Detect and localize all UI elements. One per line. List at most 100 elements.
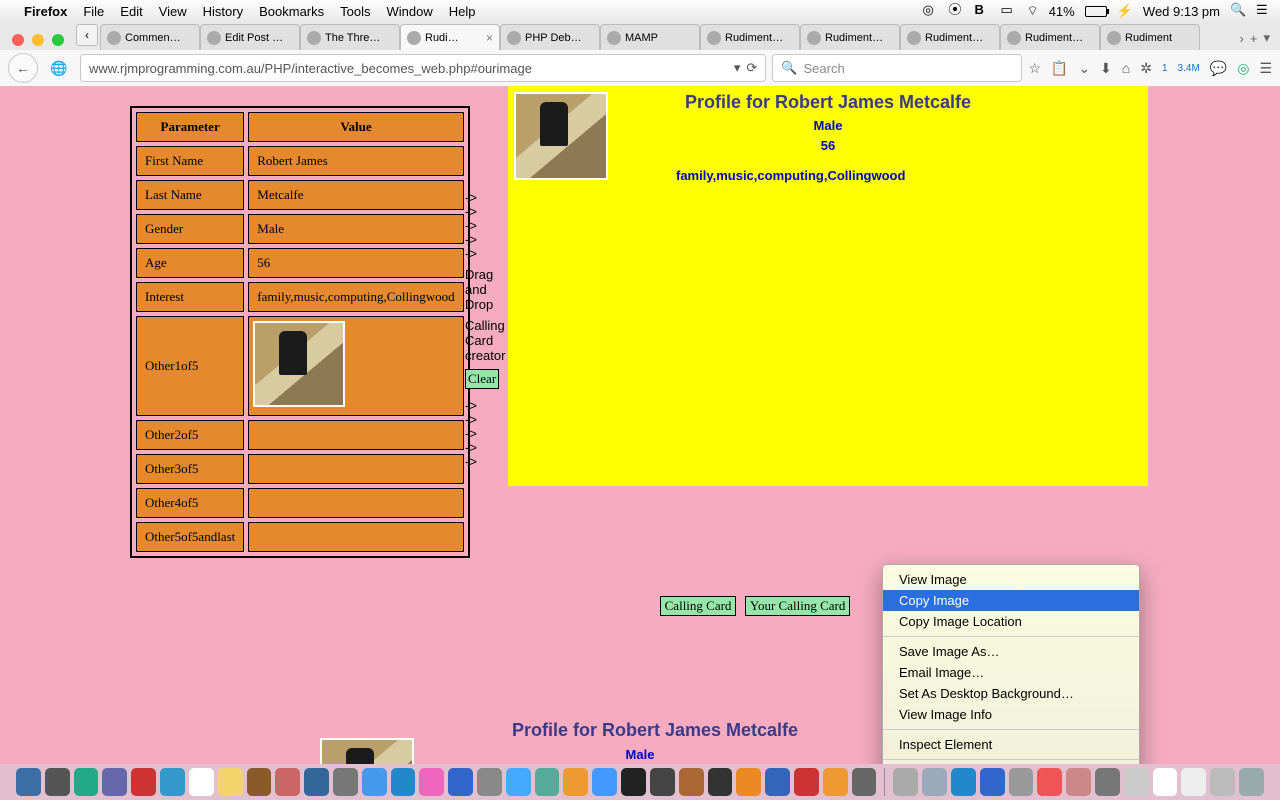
dock-app[interactable]: [736, 768, 761, 796]
target-icon[interactable]: ◎: [1237, 60, 1249, 77]
db-icon[interactable]: ⦿: [948, 3, 964, 19]
row-other1-value[interactable]: [248, 316, 463, 416]
dock-app[interactable]: [621, 768, 646, 796]
downloads-icon[interactable]: ⬇: [1100, 60, 1112, 77]
dock-app[interactable]: [1153, 768, 1178, 796]
dock-app[interactable]: [1210, 768, 1235, 796]
dock-app[interactable]: [852, 768, 877, 796]
reload-button[interactable]: ⟳: [746, 60, 757, 76]
browser-tab[interactable]: Rudiment…: [1000, 24, 1100, 50]
dock-app[interactable]: [794, 768, 819, 796]
dock-app[interactable]: [679, 768, 704, 796]
dock-app[interactable]: [131, 768, 156, 796]
browser-tab[interactable]: Rudiment: [1100, 24, 1200, 50]
dock-app[interactable]: [1181, 768, 1206, 796]
dock-app[interactable]: [1124, 768, 1149, 796]
dock-app[interactable]: [823, 768, 848, 796]
dock-app[interactable]: [922, 768, 947, 796]
clipboard-icon[interactable]: 📋: [1051, 60, 1068, 77]
addon-icon[interactable]: ✲: [1140, 60, 1152, 77]
browser-tab[interactable]: MAMP: [600, 24, 700, 50]
menu-edit[interactable]: Edit: [120, 4, 142, 19]
clock[interactable]: Wed 9:13 pm: [1143, 4, 1220, 19]
all-tabs-button[interactable]: ▾: [1263, 30, 1270, 46]
dock-trash[interactable]: [1239, 768, 1264, 796]
dock-app[interactable]: [893, 768, 918, 796]
dock-app[interactable]: [765, 768, 790, 796]
browser-tab[interactable]: Rudi…×: [400, 24, 500, 50]
app-name[interactable]: Firefox: [24, 4, 67, 19]
ctx-copy-image-location[interactable]: Copy Image Location: [883, 611, 1139, 632]
browser-tab[interactable]: Rudiment…: [900, 24, 1000, 50]
ctx-set-desktop-bg[interactable]: Set As Desktop Background…: [883, 683, 1139, 704]
row-other3-value[interactable]: [248, 454, 463, 484]
clear-button[interactable]: Clear: [465, 369, 499, 389]
your-calling-card-button[interactable]: Your Calling Card: [745, 596, 850, 616]
dock-app[interactable]: [189, 768, 214, 796]
browser-tab[interactable]: Rudiment…: [700, 24, 800, 50]
row-age-value[interactable]: 56: [248, 248, 463, 278]
ctx-view-image[interactable]: View Image: [883, 569, 1139, 590]
tab-scroll-right[interactable]: ›: [1240, 31, 1244, 46]
home-icon[interactable]: ⌂: [1122, 60, 1130, 76]
bookmark-star-icon[interactable]: ☆: [1028, 60, 1041, 77]
browser-tab[interactable]: Commen…: [100, 24, 200, 50]
dock-app[interactable]: [592, 768, 617, 796]
dock-app[interactable]: [506, 768, 531, 796]
calling-card-canvas[interactable]: Profile for Robert James Metcalfe Male 5…: [508, 86, 1148, 486]
dock-app[interactable]: [45, 768, 70, 796]
bold-b-icon[interactable]: B: [974, 3, 990, 19]
ctx-save-image-as[interactable]: Save Image As…: [883, 641, 1139, 662]
menu-tools[interactable]: Tools: [340, 4, 370, 19]
row-interest-value[interactable]: family,music,computing,Collingwood: [248, 282, 463, 312]
dock-app[interactable]: [708, 768, 733, 796]
dock-app[interactable]: [1009, 768, 1034, 796]
dock-app[interactable]: [951, 768, 976, 796]
wifi-icon[interactable]: ⌔: [1026, 3, 1038, 19]
dock-app[interactable]: [333, 768, 358, 796]
browser-tab[interactable]: Rudiment…: [800, 24, 900, 50]
dock-app[interactable]: [980, 768, 1005, 796]
menu-help[interactable]: Help: [449, 4, 476, 19]
dock-app[interactable]: [1037, 768, 1062, 796]
ctx-email-image[interactable]: Email Image…: [883, 662, 1139, 683]
dock-app[interactable]: [1095, 768, 1120, 796]
dock-app[interactable]: [275, 768, 300, 796]
menu-file[interactable]: File: [83, 4, 104, 19]
spotlight-icon[interactable]: 🔍: [1230, 3, 1246, 19]
display-icon[interactable]: ▭: [1000, 3, 1016, 19]
dock-app[interactable]: [74, 768, 99, 796]
menu-view[interactable]: View: [159, 4, 187, 19]
dock-app[interactable]: [304, 768, 329, 796]
browser-tab[interactable]: Edit Post …: [200, 24, 300, 50]
dock-app[interactable]: [102, 768, 127, 796]
row-other2-value[interactable]: [248, 420, 463, 450]
menu-window[interactable]: Window: [387, 4, 433, 19]
dock-app[interactable]: [247, 768, 272, 796]
close-window-button[interactable]: [12, 34, 24, 46]
row-other4-value[interactable]: [248, 488, 463, 518]
browser-tab[interactable]: PHP Deb…: [500, 24, 600, 50]
pocket-icon[interactable]: ⌄: [1078, 60, 1090, 77]
dock-app[interactable]: [419, 768, 444, 796]
menu-button[interactable]: ☰: [1259, 60, 1272, 77]
ctx-view-image-info[interactable]: View Image Info: [883, 704, 1139, 725]
dock-app[interactable]: [535, 768, 560, 796]
row-firstname-value[interactable]: Robert James: [248, 146, 463, 176]
back-button[interactable]: ←: [8, 53, 38, 83]
uploaded-image-thumb[interactable]: [253, 321, 345, 407]
zoom-window-button[interactable]: [52, 34, 64, 46]
notifications-icon[interactable]: ☰: [1256, 3, 1272, 19]
minimize-window-button[interactable]: [32, 34, 44, 46]
ctx-copy-image[interactable]: Copy Image: [883, 590, 1139, 611]
new-tab-button[interactable]: +: [1250, 31, 1258, 46]
dock-app[interactable]: [563, 768, 588, 796]
menu-bookmarks[interactable]: Bookmarks: [259, 4, 324, 19]
row-other5-value[interactable]: [248, 522, 463, 552]
dock-app[interactable]: [650, 768, 675, 796]
dock-app[interactable]: [218, 768, 243, 796]
dock-app[interactable]: [477, 768, 502, 796]
row-gender-value[interactable]: Male: [248, 214, 463, 244]
sidebar-toggle-button[interactable]: ‹: [76, 24, 98, 46]
dock-app[interactable]: [448, 768, 473, 796]
